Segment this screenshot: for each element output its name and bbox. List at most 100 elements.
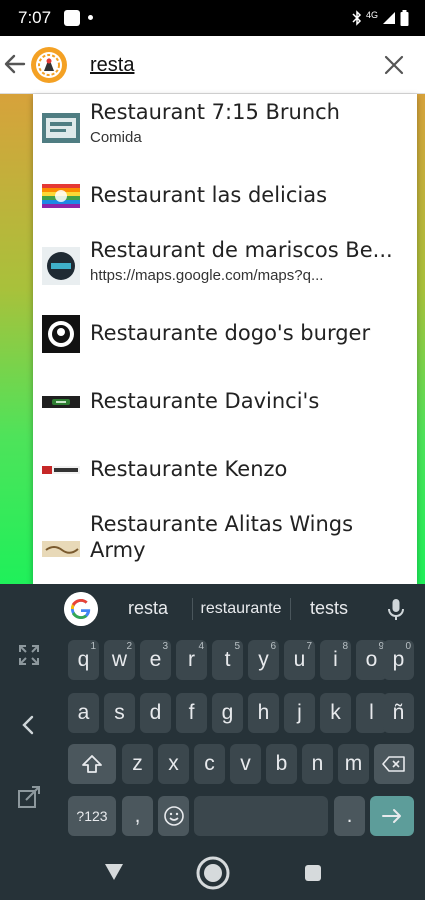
key-p[interactable]: p0 <box>383 640 414 680</box>
search-bar <box>0 36 425 94</box>
key-label: l <box>369 701 374 724</box>
microphone-icon[interactable] <box>386 598 406 622</box>
suggestion-divider <box>192 598 193 620</box>
space-key[interactable] <box>194 796 328 836</box>
suggestion-title: Restaurant las delicias <box>90 183 328 207</box>
key-label: g <box>221 701 234 724</box>
key-x[interactable]: x <box>158 744 189 784</box>
arrow-right-icon <box>382 809 401 823</box>
key-label: k <box>330 701 341 724</box>
suggestion-list: Restaurant 7:15 Brunch Comida Restaurant… <box>33 94 417 584</box>
comma-key[interactable]: , <box>122 796 153 836</box>
key-label: ñ <box>392 701 405 724</box>
key-n-tilde[interactable]: ñ <box>383 693 414 733</box>
suggestion-title: Restaurante Alitas Wings Army <box>90 512 354 562</box>
key-label: j <box>297 701 302 724</box>
key-s[interactable]: s <box>104 693 135 733</box>
key-label: v <box>240 752 251 775</box>
network-type: 4G <box>365 10 378 20</box>
key-label: ?123 <box>76 808 108 824</box>
key-u[interactable]: u7 <box>284 640 315 680</box>
restaurant-thumbnail <box>42 396 80 408</box>
word-suggestion[interactable]: restaurante <box>196 600 286 618</box>
chevron-left-icon[interactable] <box>14 710 44 740</box>
key-label: w <box>111 648 128 671</box>
back-arrow-icon[interactable] <box>2 51 28 77</box>
enter-key[interactable] <box>370 796 414 836</box>
nav-home-icon[interactable] <box>195 855 231 891</box>
key-label: , <box>134 804 141 827</box>
emoji-key[interactable] <box>158 796 189 836</box>
popout-icon[interactable] <box>14 782 44 812</box>
period-key[interactable]: . <box>334 796 365 836</box>
status-icons: 4G <box>352 9 409 27</box>
shift-icon <box>82 755 102 773</box>
suggestion-item[interactable]: Restaurante Alitas Wings Army <box>33 504 417 584</box>
key-t[interactable]: t5 <box>212 640 243 680</box>
word-suggestion[interactable]: resta <box>116 598 180 619</box>
backspace-key[interactable] <box>374 744 414 784</box>
key-hint: 3 <box>162 641 168 652</box>
key-j[interactable]: j <box>284 693 315 733</box>
suggestion-title: Restaurante Kenzo <box>90 457 288 481</box>
backspace-icon <box>382 756 405 772</box>
key-label: q <box>77 648 90 671</box>
close-icon[interactable] <box>383 54 405 76</box>
signal-icon <box>383 12 395 24</box>
key-label: r <box>188 648 195 671</box>
suggestion-item[interactable]: Restaurant de mariscos Be... https://map… <box>33 230 417 298</box>
restaurant-thumbnail <box>42 184 80 208</box>
notification-icon <box>64 10 80 26</box>
suggestion-item[interactable]: Restaurant las delicias <box>33 162 417 230</box>
restaurant-thumbnail <box>42 247 80 285</box>
key-label: x <box>168 752 179 775</box>
navigation-bar <box>0 845 425 900</box>
bluetooth-icon <box>352 10 362 26</box>
key-w[interactable]: w2 <box>104 640 135 680</box>
suggestion-item[interactable]: Restaurante Kenzo <box>33 436 417 504</box>
key-label: o <box>365 648 378 671</box>
key-label: c <box>204 752 215 775</box>
key-g[interactable]: g <box>212 693 243 733</box>
key-i[interactable]: i8 <box>320 640 351 680</box>
key-v[interactable]: v <box>230 744 261 784</box>
key-hint: 1 <box>90 641 96 652</box>
key-n[interactable]: n <box>302 744 333 784</box>
key-h[interactable]: h <box>248 693 279 733</box>
key-d[interactable]: d <box>140 693 171 733</box>
suggestion-item[interactable]: Restaurant 7:15 Brunch Comida <box>33 94 417 162</box>
google-icon[interactable] <box>64 592 98 626</box>
suggestion-title: Restaurante dogo's burger <box>90 321 371 345</box>
key-z[interactable]: z <box>122 744 153 784</box>
key-hint: 6 <box>270 641 276 652</box>
status-bar: 7:07 4G <box>0 0 425 36</box>
suggestion-item[interactable]: Restaurante Davinci's <box>33 368 417 436</box>
key-c[interactable]: c <box>194 744 225 784</box>
key-m[interactable]: m <box>338 744 369 784</box>
key-label: a <box>77 701 90 724</box>
shift-key[interactable] <box>68 744 116 784</box>
key-q[interactable]: q1 <box>68 640 99 680</box>
search-input[interactable] <box>90 50 360 80</box>
symbols-key[interactable]: ?123 <box>68 796 116 836</box>
restaurant-thumbnail <box>42 541 80 557</box>
suggestion-title: Restaurante Davinci's <box>90 389 320 413</box>
nav-back-icon[interactable] <box>103 862 125 882</box>
key-b[interactable]: b <box>266 744 297 784</box>
suggestion-title: Restaurant de mariscos Be... <box>90 238 393 262</box>
key-f[interactable]: f <box>176 693 207 733</box>
key-y[interactable]: y6 <box>248 640 279 680</box>
battery-icon <box>400 10 409 26</box>
suggestion-item[interactable]: Restaurante dogo's burger <box>33 300 417 368</box>
key-label: e <box>149 648 162 671</box>
status-time: 7:07 <box>18 8 52 27</box>
key-hint: 5 <box>234 641 240 652</box>
word-suggestion[interactable]: tests <box>296 598 362 619</box>
key-k[interactable]: k <box>320 693 351 733</box>
restaurant-thumbnail <box>42 315 80 353</box>
key-r[interactable]: r4 <box>176 640 207 680</box>
key-e[interactable]: e3 <box>140 640 171 680</box>
key-a[interactable]: a <box>68 693 99 733</box>
expand-icon[interactable] <box>14 640 44 670</box>
nav-recents-icon[interactable] <box>303 863 323 883</box>
